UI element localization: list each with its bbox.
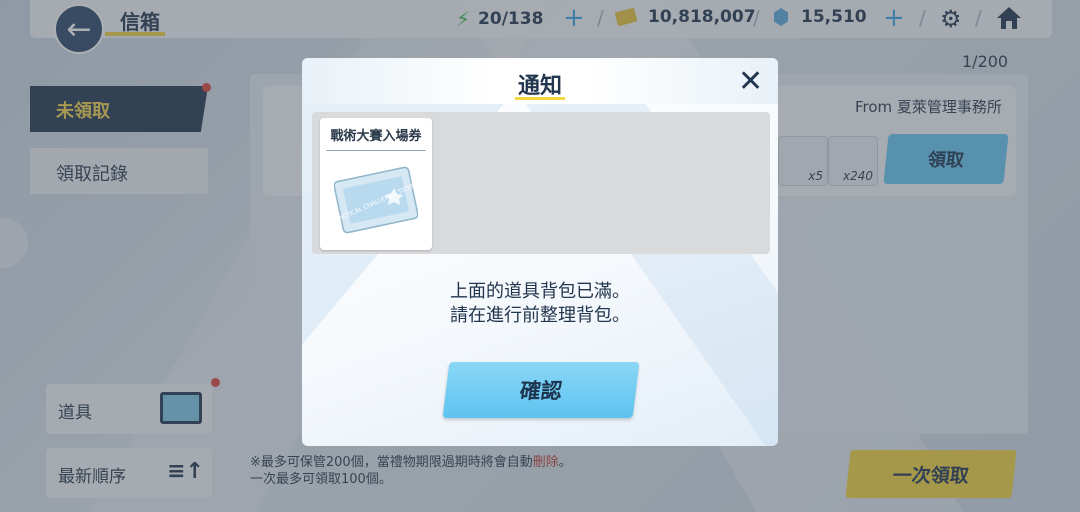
item-name: 戰術大賽入場券	[330, 129, 422, 144]
notice-dialog: 通知 ✕ 戰術大賽入場券 TACTICAL CHALLENGE TICKET 上…	[302, 58, 778, 446]
dialog-message: 上面的道具背包已滿。 請在進行前整理背包。	[302, 280, 778, 328]
confirm-button[interactable]: 確認	[442, 362, 640, 418]
ticket-icon: TACTICAL CHALLENGE TICKET	[334, 166, 418, 234]
message-line2: 請在進行前整理背包。	[450, 305, 630, 326]
divider	[326, 150, 426, 151]
item-card[interactable]: 戰術大賽入場券 TACTICAL CHALLENGE TICKET	[320, 118, 432, 250]
full-items-area: 戰術大賽入場券 TACTICAL CHALLENGE TICKET	[312, 112, 770, 254]
close-icon[interactable]: ✕	[738, 64, 763, 99]
title-underline	[515, 97, 565, 100]
dialog-title: 通知	[517, 74, 562, 99]
message-line1: 上面的道具背包已滿。	[450, 281, 630, 302]
confirm-button-label: 確認	[518, 379, 564, 403]
